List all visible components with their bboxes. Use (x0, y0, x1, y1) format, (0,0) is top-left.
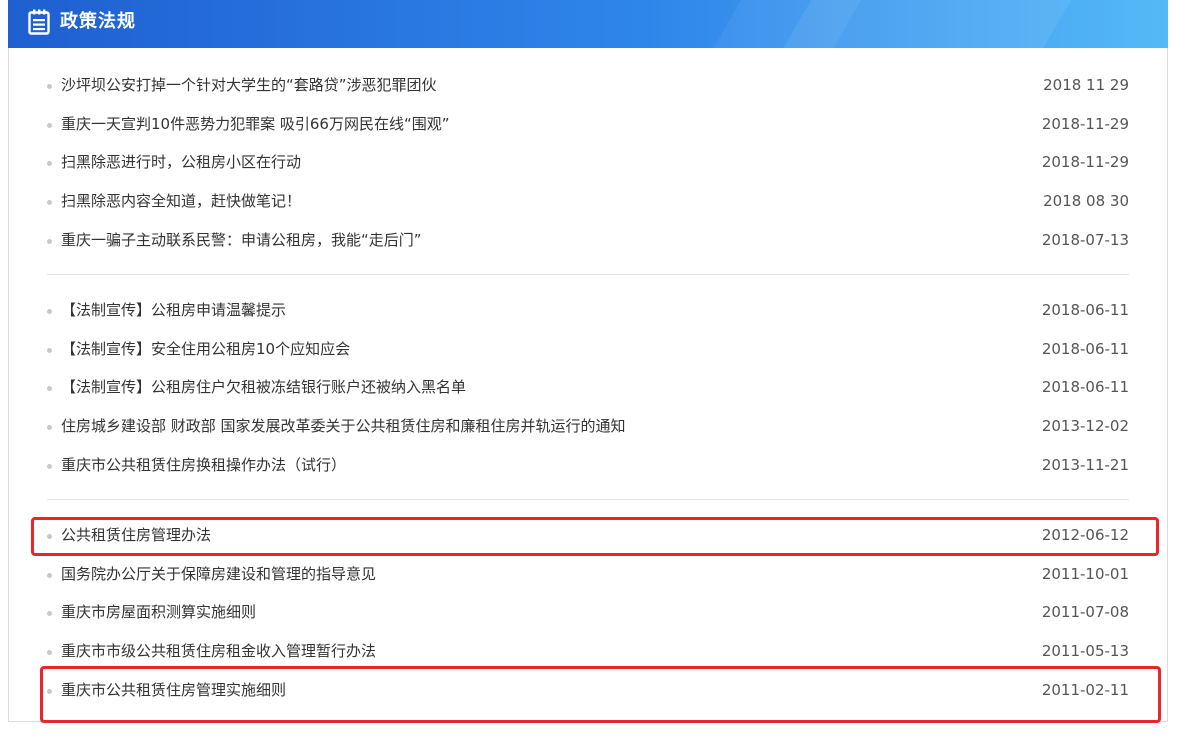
list-item[interactable]: 【法制宣传】公租房住户欠租被冻结银行账户还被纳入黑名单 2018-06-11 (47, 368, 1129, 407)
item-date: 2013-12-02 (1041, 417, 1129, 436)
bullet-icon (47, 572, 52, 578)
bullet-icon (47, 238, 52, 244)
list-item[interactable]: 沙坪坝公安打掉一个针对大学生的“套路贷”涉恶犯罪团伙 2018 11 29 (47, 66, 1129, 105)
item-date: 2018 11 29 (1043, 76, 1129, 94)
news-list-group-3: 公共租赁住房管理办法 2012-06-12 国务院办公厅关于保障房建设和管理的指… (47, 516, 1129, 709)
item-title-link[interactable]: 重庆市公共租赁住房管理实施细则 (61, 671, 286, 710)
item-date: 2018-06-11 (1041, 378, 1129, 397)
list-item[interactable]: 重庆一天宣判10件恶势力犯罪案 吸引66万网民在线“围观” 2018-11-29 (47, 105, 1129, 144)
bullet-icon (47, 309, 52, 314)
item-title-link[interactable]: 扫黑除恶进行时，公租房小区在行动 (61, 143, 301, 182)
news-list-group-1: 沙坪坝公安打掉一个针对大学生的“套路贷”涉恶犯罪团伙 2018 11 29 重庆… (47, 66, 1129, 259)
group-divider (47, 274, 1129, 275)
item-title-link[interactable]: 国务院办公厅关于保障房建设和管理的指导意见 (61, 555, 376, 594)
list-item[interactable]: 国务院办公厅关于保障房建设和管理的指导意见 2011-10-01 (47, 555, 1129, 594)
item-title-link[interactable]: 重庆市房屋面积测算实施细则 (61, 593, 256, 632)
bullet-icon (47, 463, 52, 469)
item-date: 2018 08 30 (1043, 192, 1129, 211)
list-item[interactable]: 【法制宣传】公租房申请温馨提示 2018-06-11 (47, 291, 1129, 330)
item-date: 2011-05-13 (1041, 642, 1129, 661)
bullet-icon (47, 200, 52, 206)
group-divider (47, 499, 1129, 500)
bullet-icon (47, 84, 52, 89)
panel-title: 政策法规 (60, 11, 136, 32)
item-title-link[interactable]: 重庆市公共租赁住房换租操作办法（试行） (61, 446, 346, 485)
list-item[interactable]: 重庆市公共租赁住房管理实施细则 2011-02-11 (47, 671, 1129, 710)
item-title-link[interactable]: 沙坪坝公安打掉一个针对大学生的“套路贷”涉恶犯罪团伙 (61, 66, 437, 105)
item-title-link[interactable]: 住房城乡建设部 财政部 国家发展改革委关于公共租赁住房和廉租住房并轨运行的通知 (61, 407, 626, 446)
panel-header: 政策法规 (8, 0, 1168, 48)
news-list-group-2: 【法制宣传】公租房申请温馨提示 2018-06-11 【法制宣传】安全住用公租房… (47, 291, 1129, 484)
item-date: 2012-06-12 (1041, 526, 1129, 544)
item-title-link[interactable]: 【法制宣传】安全住用公租房10个应知应会 (61, 330, 350, 369)
item-date: 2011-10-01 (1041, 564, 1129, 583)
item-title-link[interactable]: 重庆一天宣判10件恶势力犯罪案 吸引66万网民在线“围观” (61, 105, 450, 144)
item-date: 2011-02-11 (1041, 680, 1129, 699)
list-item[interactable]: 扫黑除恶内容全知道，赶快做笔记！ 2018 08 30 (47, 182, 1129, 221)
item-title-link[interactable]: 【法制宣传】公租房住户欠租被冻结银行账户还被纳入黑名单 (61, 368, 466, 407)
list-item[interactable]: 扫黑除恶进行时，公租房小区在行动 2018-11-29 (47, 143, 1129, 182)
item-date: 2018-07-13 (1041, 230, 1129, 249)
bullet-icon (47, 347, 52, 353)
bullet-icon (47, 611, 52, 617)
item-title-link[interactable]: 公共租赁住房管理办法 (61, 516, 211, 555)
bullet-icon (47, 122, 52, 128)
list-item[interactable]: 重庆市公共租赁住房换租操作办法（试行） 2013-11-21 (47, 446, 1129, 485)
bullet-icon (47, 161, 52, 167)
bullet-icon (47, 386, 52, 392)
item-title-link[interactable]: 重庆一骗子主动联系民警：申请公租房，我能“走后门” (61, 221, 422, 260)
item-title-link[interactable]: 扫黑除恶内容全知道，赶快做笔记！ (61, 182, 301, 221)
list-item[interactable]: 【法制宣传】安全住用公租房10个应知应会 2018-06-11 (47, 330, 1129, 369)
list-item[interactable]: 住房城乡建设部 财政部 国家发展改革委关于公共租赁住房和廉租住房并轨运行的通知 … (47, 407, 1129, 446)
list-item[interactable]: 重庆一骗子主动联系民警：申请公租房，我能“走后门” 2018-07-13 (47, 221, 1129, 260)
list-item[interactable]: 重庆市房屋面积测算实施细则 2011-07-08 (47, 593, 1129, 632)
item-title-link[interactable]: 重庆市市级公共租赁住房租金收入管理暂行办法 (61, 632, 376, 671)
bullet-icon (47, 650, 52, 656)
bullet-icon (47, 688, 52, 694)
list-item[interactable]: 公共租赁住房管理办法 2012-06-12 (47, 516, 1129, 555)
list-item[interactable]: 重庆市市级公共租赁住房租金收入管理暂行办法 2011-05-13 (47, 632, 1129, 671)
item-date: 2018-06-11 (1041, 339, 1129, 358)
item-date: 2018-11-29 (1041, 153, 1129, 172)
bullet-icon (47, 425, 52, 431)
item-title-link[interactable]: 【法制宣传】公租房申请温馨提示 (61, 291, 286, 330)
item-date: 2011-07-08 (1041, 603, 1129, 622)
item-date: 2018-06-11 (1041, 301, 1129, 319)
notepad-icon (28, 9, 50, 35)
item-date: 2018-11-29 (1041, 114, 1129, 133)
item-date: 2013-11-21 (1041, 455, 1129, 474)
bullet-icon (47, 534, 52, 539)
